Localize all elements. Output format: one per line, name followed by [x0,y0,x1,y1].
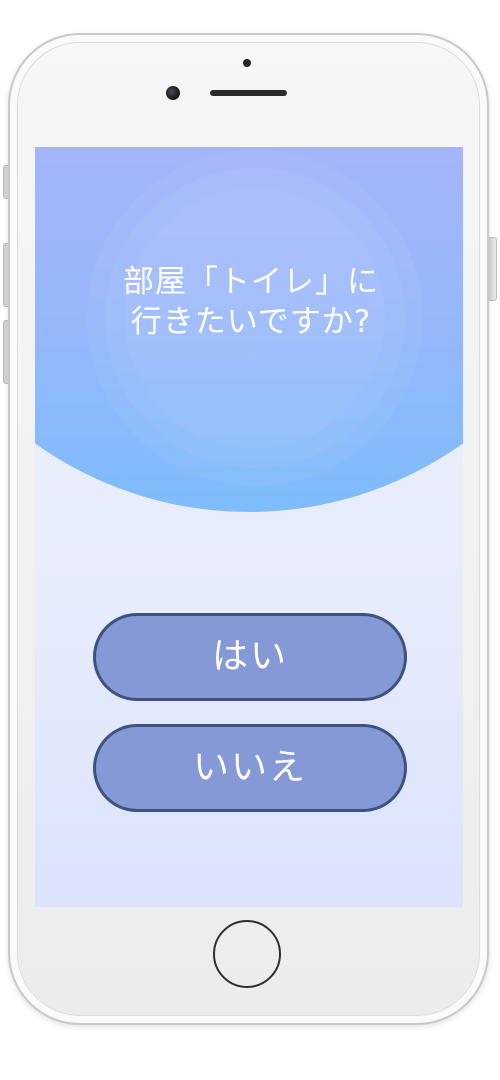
question-text: 部屋「トイレ」に 行きたいですか? [35,262,463,342]
question-line-1: 部屋「トイレ」に [123,264,379,300]
yes-button[interactable]: はい [93,613,407,701]
earpiece-speaker [210,90,287,96]
device-mockup: 部屋「トイレ」に 行きたいですか? はい いいえ [0,0,500,1080]
no-button[interactable]: いいえ [93,724,407,812]
question-line-2: 行きたいですか? [130,304,372,340]
proximity-sensor [243,59,251,67]
home-button[interactable] [213,920,281,988]
app-screen: 部屋「トイレ」に 行きたいですか? はい いいえ [35,147,463,907]
front-camera-icon [166,86,180,100]
